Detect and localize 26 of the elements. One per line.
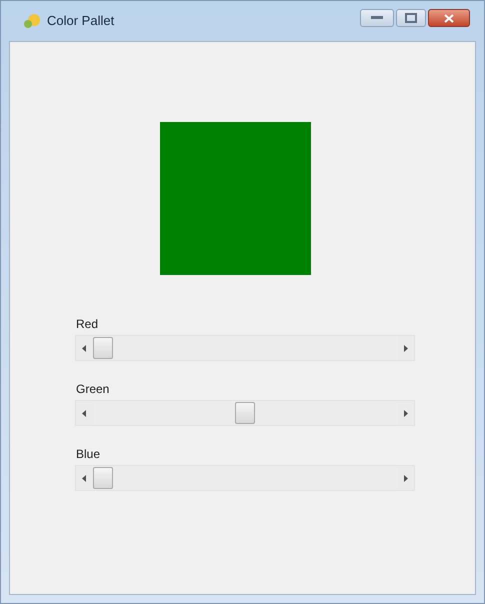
maximize-button[interactable] <box>396 9 426 27</box>
window-title: Color Pallet <box>47 12 114 30</box>
scroll-right-button[interactable] <box>397 335 415 361</box>
close-button[interactable] <box>428 9 470 27</box>
scroll-right-button[interactable] <box>397 400 415 426</box>
app-icon <box>23 13 41 29</box>
scroll-left-button[interactable] <box>75 400 93 426</box>
right-arrow-icon <box>403 410 408 416</box>
minimize-button[interactable] <box>360 9 394 27</box>
right-arrow-icon <box>403 474 408 482</box>
left-arrow-icon <box>82 474 87 482</box>
scroll-left-button[interactable] <box>75 335 93 361</box>
slider-thumb[interactable] <box>93 467 113 489</box>
left-arrow-icon <box>82 344 87 352</box>
scroll-left-button[interactable] <box>75 465 93 491</box>
slider-label: Blue <box>76 447 102 461</box>
minimize-icon <box>371 16 383 20</box>
slider-label: Red <box>76 317 100 331</box>
scroll-right-button[interactable] <box>397 465 415 491</box>
slider-thumb[interactable] <box>93 337 113 359</box>
slider-label: Green <box>76 382 110 396</box>
close-icon <box>444 14 454 22</box>
left-arrow-icon <box>82 410 87 416</box>
slider-thumb[interactable] <box>235 402 255 424</box>
maximize-icon <box>405 13 417 23</box>
right-arrow-icon <box>403 344 408 352</box>
